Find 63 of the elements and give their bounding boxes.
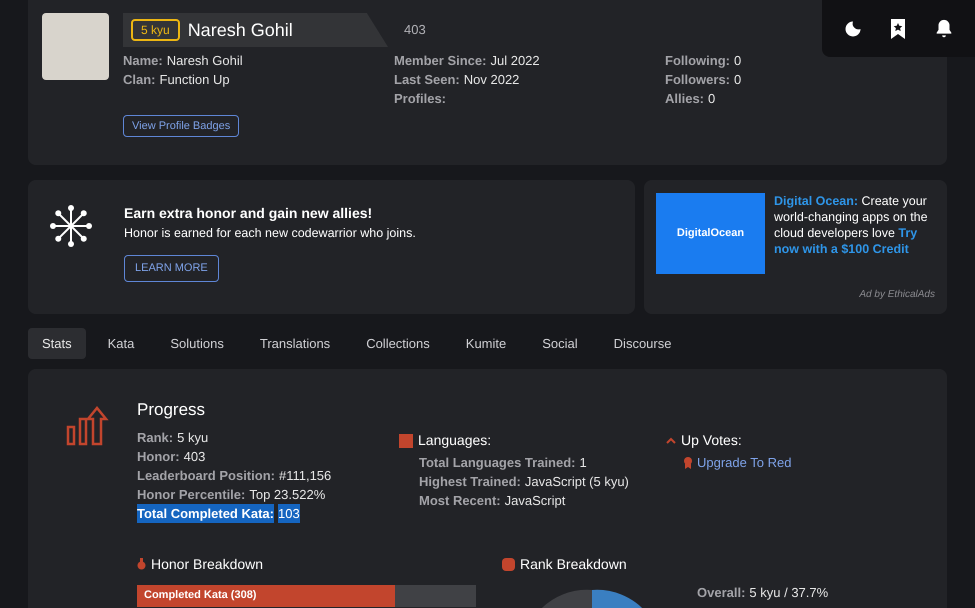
tab[interactable]: Discourse [600, 328, 686, 359]
stat-label: Total Languages Trained: [419, 454, 576, 472]
stat-value: 0 [734, 52, 742, 70]
stat-value: 403 [184, 448, 206, 466]
stat-value: 0 [708, 90, 716, 108]
stat-label: Member Since: [394, 52, 486, 70]
ribbon-icon [684, 456, 692, 469]
learn-more-button[interactable]: LEARN MORE [124, 254, 219, 282]
tab[interactable]: Kumite [452, 328, 520, 359]
view-badges-button[interactable]: View Profile Badges [123, 115, 240, 137]
tab[interactable]: Translations [246, 328, 344, 359]
stat-label: Clan: [123, 71, 156, 89]
stat-label: Rank: [137, 428, 174, 446]
stat-value: 5 kyu [177, 428, 208, 446]
stat-label: Total Completed Kata: [137, 504, 274, 522]
stat-value: 103 [278, 504, 300, 522]
ad-footer: Ad by EthicalAds [859, 287, 935, 302]
stat-value: Function Up [160, 71, 230, 89]
stat-value: #111,156 [278, 466, 332, 484]
moon-icon[interactable] [842, 18, 862, 38]
stat-value: 0 [734, 71, 742, 89]
rank-breakdown-title: Rank Breakdown [520, 554, 627, 574]
ad-logo-text: DigitalOcean [676, 226, 744, 242]
tab[interactable]: Stats [28, 328, 86, 359]
stat-label: Following: [665, 52, 730, 70]
invite-text: Honor is earned for each new codewarrior who joins. [124, 225, 416, 242]
progress-title: Progress [137, 399, 206, 421]
invite-title: Earn extra honor and gain new allies! [124, 204, 374, 223]
stat-label: Followers: [665, 71, 730, 89]
stat-value: 1 [580, 454, 587, 472]
stat-label: Overall: [697, 584, 746, 602]
tab[interactable]: Kata [94, 328, 148, 359]
stat-value: Naresh Gohil [166, 52, 243, 70]
stat-label: Highest Trained: [419, 473, 521, 491]
stat-label: Last Seen: [394, 71, 460, 89]
languages-title: Languages: [418, 431, 492, 450]
tab[interactable]: Collections [352, 328, 444, 359]
stat-value: JavaScript [504, 492, 566, 510]
rank-badge: 5 kyu [131, 19, 180, 41]
display-name: Naresh Gohil [188, 18, 293, 42]
honor-count: 403 [404, 21, 426, 40]
stat-value: JavaScript (5 kyu) [524, 473, 629, 491]
stat-value: Nov 2022 [464, 71, 520, 89]
stat-label: Most Recent: [419, 492, 501, 510]
stat-value: Jul 2022 [490, 52, 540, 70]
upvotes-title: Up Votes: [681, 431, 742, 450]
stat-value: 5 kyu / 37.7% [749, 584, 828, 602]
network-icon [48, 203, 94, 249]
stat-label: Allies: [665, 90, 704, 108]
bar-label: Completed Kata (308) [144, 588, 256, 604]
stat-label: Honor Percentile: [137, 486, 246, 504]
stat-label: Name: [123, 52, 163, 70]
caret-up-icon [666, 437, 676, 444]
stat-label: Profiles: [394, 90, 446, 108]
tab[interactable]: Solutions [156, 328, 238, 359]
upgrade-link[interactable]: Upgrade To Red [697, 453, 792, 472]
stat-label: Honor: [137, 448, 180, 466]
stat-value: Top 23.522% [249, 486, 326, 504]
ad-text: Digital Ocean: Create your world-changing apps on the cloud developers love Try now with a $100 Credit [774, 193, 929, 258]
avatar-placeholder [42, 13, 109, 80]
honor-breakdown-title: Honor Breakdown [151, 554, 264, 574]
tab[interactable]: Social [528, 328, 592, 359]
stat-label: Leaderboard Position: [137, 466, 275, 484]
